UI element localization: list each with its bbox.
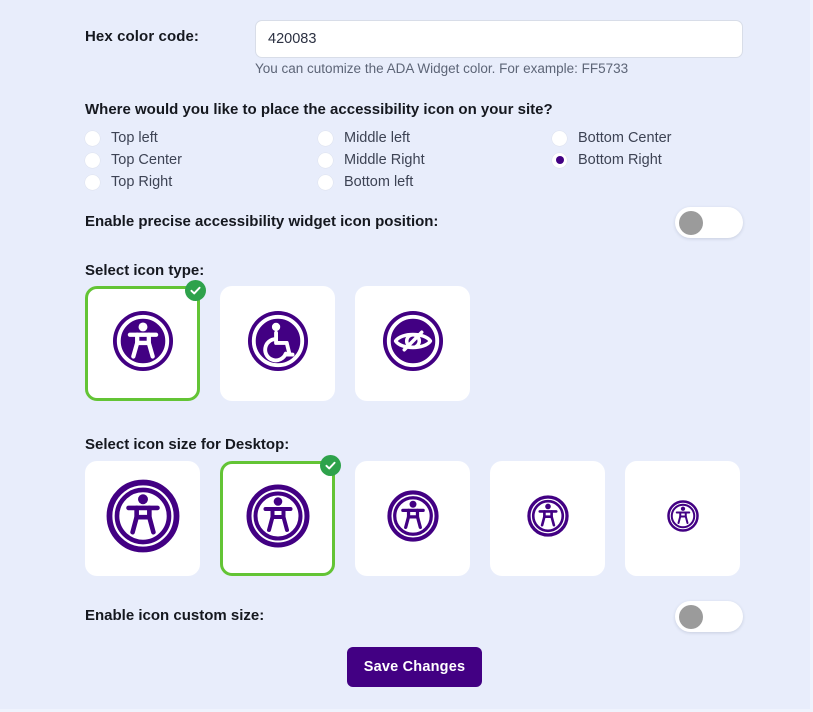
radio-label: Top left (111, 130, 158, 146)
hex-color-label: Hex color code: (85, 28, 200, 45)
radio-indicator (85, 130, 100, 146)
precise-position-toggle[interactable] (675, 207, 743, 238)
radio-option-bottom-left[interactable]: Bottom left (318, 171, 425, 193)
radio-indicator (318, 130, 333, 146)
icon-size-option-5[interactable] (625, 461, 740, 576)
wheelchair-icon (247, 310, 309, 377)
radio-label: Middle Right (344, 152, 425, 168)
hex-color-input[interactable] (255, 20, 743, 58)
custom-size-label: Enable icon custom size: (85, 607, 265, 624)
hex-color-row: Hex color code: (85, 20, 745, 58)
position-column-1: Top left Top Center Top Right (85, 127, 182, 193)
precise-position-label: Enable precise accessibility widget icon… (85, 213, 439, 230)
radio-option-top-left[interactable]: Top left (85, 127, 182, 149)
precise-position-row: Enable precise accessibility widget icon… (85, 207, 743, 239)
selected-check-icon (185, 280, 206, 301)
accessibility-person-icon (666, 500, 699, 537)
icon-size-option-1[interactable] (85, 461, 200, 576)
accessibility-person-icon (526, 495, 569, 542)
accessibility-person-icon (246, 484, 310, 553)
icon-size-label: Select icon size for Desktop: (85, 436, 290, 453)
radio-option-top-center[interactable]: Top Center (85, 149, 182, 171)
accessibility-person-icon (112, 310, 174, 377)
radio-option-middle-right[interactable]: Middle Right (318, 149, 425, 171)
toggle-knob (679, 210, 703, 235)
radio-label: Bottom left (344, 174, 414, 190)
position-question-title: Where would you like to place the access… (85, 101, 553, 118)
radio-label: Bottom Right (578, 152, 662, 168)
radio-indicator (85, 152, 100, 168)
radio-indicator (318, 152, 333, 168)
radio-label: Bottom Center (578, 130, 672, 146)
custom-size-toggle[interactable] (675, 601, 743, 632)
icon-size-option-3[interactable] (355, 461, 470, 576)
radio-option-middle-left[interactable]: Middle left (318, 127, 425, 149)
radio-option-top-right[interactable]: Top Right (85, 171, 182, 193)
custom-size-row: Enable icon custom size: (85, 601, 743, 633)
icon-type-label: Select icon type: (85, 262, 205, 279)
icon-type-option-eye[interactable] (355, 286, 470, 401)
radio-option-bottom-right[interactable]: Bottom Right (552, 149, 672, 171)
radio-label: Top Center (111, 152, 182, 168)
position-column-2: Middle left Middle Right Bottom left (318, 127, 425, 193)
save-changes-button[interactable]: Save Changes (347, 647, 482, 687)
radio-indicator-selected (552, 152, 567, 168)
eye-slash-icon (382, 310, 444, 377)
radio-option-bottom-center[interactable]: Bottom Center (552, 127, 672, 149)
hex-color-help-text: You can cutomize the ADA Widget color. F… (255, 61, 629, 76)
radio-indicator (552, 130, 567, 146)
position-column-3: Bottom Center Bottom Right (552, 127, 672, 171)
toggle-knob (679, 604, 703, 629)
radio-indicator (318, 174, 333, 190)
icon-type-option-wheelchair[interactable] (220, 286, 335, 401)
icon-size-option-2[interactable] (220, 455, 341, 576)
radio-indicator (85, 174, 100, 190)
accessibility-person-icon (106, 479, 180, 558)
radio-label: Top Right (111, 174, 173, 190)
selected-check-icon (320, 455, 341, 476)
icon-type-option-accessibility[interactable] (85, 280, 206, 401)
settings-page: Hex color code: You can cutomize the ADA… (0, 0, 813, 712)
radio-label: Middle left (344, 130, 411, 146)
icon-size-option-4[interactable] (490, 461, 605, 576)
accessibility-person-icon (386, 490, 439, 547)
